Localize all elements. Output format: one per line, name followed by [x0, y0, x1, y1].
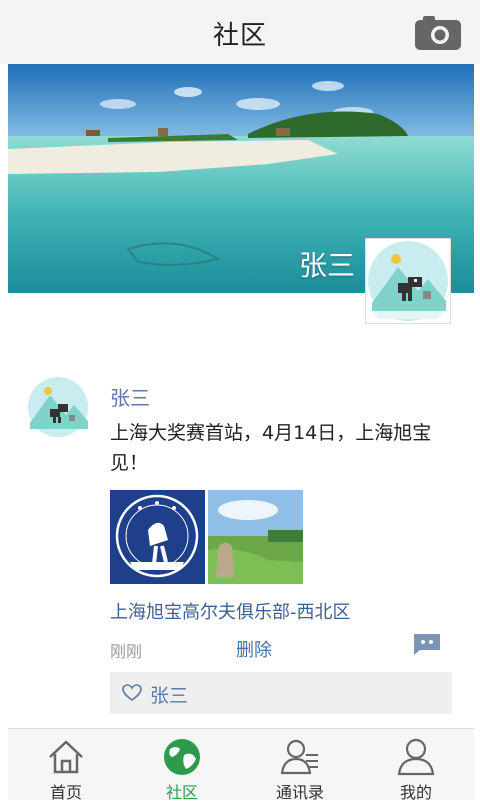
- tab-home[interactable]: 首页: [18, 729, 114, 802]
- tab-home-label: 首页: [49, 783, 82, 802]
- home-icon: [49, 740, 83, 774]
- delete-button[interactable]: 删除: [236, 636, 272, 662]
- header-bar: 社区: [0, 0, 480, 64]
- post-image-golf-course[interactable]: [208, 490, 303, 584]
- tab-community[interactable]: 社区: [134, 729, 230, 802]
- post-image-golf-logo[interactable]: [110, 490, 205, 584]
- tab-me[interactable]: 我的: [368, 729, 464, 802]
- globe-icon: [164, 739, 200, 775]
- comment-icon[interactable]: [412, 632, 442, 656]
- tab-bar: 首页 社区 通讯录 我的: [8, 728, 474, 802]
- camera-icon[interactable]: [414, 15, 462, 51]
- post-author-avatar[interactable]: [28, 377, 88, 437]
- app-screen: 社区 张三 张三 上海大奖赛首站，4月14日，上海旭宝见！ 上海旭宝高尔夫俱乐部…: [0, 0, 480, 802]
- post-content: 上海大奖赛首站，4月14日，上海旭宝见！: [110, 422, 432, 474]
- user-icon: [397, 738, 435, 776]
- profile-avatar[interactable]: [365, 238, 451, 324]
- contacts-icon: [280, 739, 318, 775]
- page-title: 社区: [212, 21, 267, 51]
- cover-user-name: 张三: [299, 249, 356, 282]
- heart-icon: [122, 684, 142, 702]
- tab-me-label: 我的: [399, 783, 432, 802]
- post-author-name[interactable]: 张三: [110, 382, 150, 411]
- liker-name[interactable]: 张三: [150, 681, 188, 708]
- tab-contacts-label: 通讯录: [275, 783, 324, 802]
- likes-bar: 张三: [110, 672, 452, 714]
- tab-community-label: 社区: [165, 783, 198, 802]
- tab-contacts[interactable]: 通讯录: [252, 729, 348, 802]
- post-location[interactable]: 上海旭宝高尔夫俱乐部-西北区: [110, 598, 351, 624]
- post-time: 刚刚: [110, 642, 143, 661]
